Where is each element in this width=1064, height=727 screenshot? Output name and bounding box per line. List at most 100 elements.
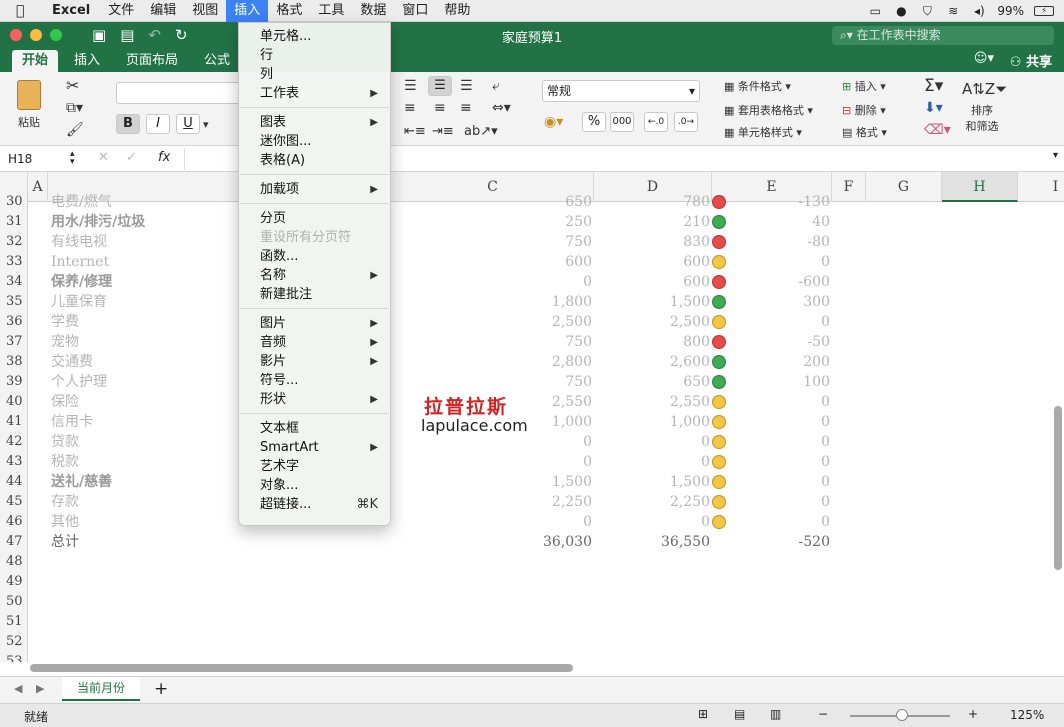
- category-cell[interactable]: 保养/修理: [51, 272, 112, 292]
- qq-icon[interactable]: ●: [893, 4, 909, 18]
- insert-menu-item-14[interactable]: 名称 ▶: [239, 266, 390, 285]
- budget-cell[interactable]: 2,250: [392, 492, 592, 512]
- actual-cell[interactable]: 1,000: [594, 412, 710, 432]
- category-cell[interactable]: 贷款: [51, 432, 79, 452]
- row-number[interactable]: 52: [0, 632, 28, 652]
- actual-cell[interactable]: 210: [594, 212, 710, 232]
- budget-cell[interactable]: 600: [392, 252, 592, 272]
- wifi-icon[interactable]: ≋: [945, 4, 961, 18]
- increase-decimal-icon[interactable]: ←.0: [644, 112, 668, 132]
- actual-cell[interactable]: 36,550: [594, 532, 710, 552]
- menubar-item-3[interactable]: 视图: [184, 0, 226, 22]
- insert-menu-item-6[interactable]: 迷你图...: [239, 132, 390, 151]
- add-sheet-button[interactable]: +: [154, 679, 168, 699]
- difference-cell[interactable]: [712, 612, 830, 632]
- menubar-item-4[interactable]: 插入: [226, 0, 269, 22]
- difference-cell[interactable]: -80: [712, 232, 830, 252]
- align-center-icon[interactable]: ≡: [434, 100, 446, 116]
- budget-cell[interactable]: 250: [392, 212, 592, 232]
- difference-cell[interactable]: 0: [712, 472, 830, 492]
- shield-icon[interactable]: ⛉: [919, 4, 935, 18]
- budget-cell[interactable]: [392, 612, 592, 632]
- align-top-icon[interactable]: ☰: [404, 78, 417, 94]
- difference-cell[interactable]: [712, 552, 830, 572]
- insert-menu-item-19[interactable]: 影片 ▶: [239, 352, 390, 371]
- row-number[interactable]: 47: [0, 532, 28, 552]
- page-layout-view-icon[interactable]: ▤: [734, 707, 745, 721]
- row-number[interactable]: 33: [0, 252, 28, 272]
- paste-button[interactable]: 粘贴: [12, 80, 46, 130]
- align-middle-icon[interactable]: ☰: [428, 76, 452, 96]
- budget-cell[interactable]: 750: [392, 332, 592, 352]
- actual-cell[interactable]: [594, 572, 710, 592]
- actual-cell[interactable]: [594, 552, 710, 572]
- menubar-item-1[interactable]: 文件: [100, 0, 142, 22]
- display-icon[interactable]: ▭: [867, 4, 883, 18]
- insert-menu-item-17[interactable]: 图片 ▶: [239, 314, 390, 333]
- budget-cell[interactable]: [392, 592, 592, 612]
- autosum-icon[interactable]: Σ▾: [924, 76, 943, 96]
- feedback-smiley-icon[interactable]: ☺▾: [974, 51, 994, 66]
- insert-menu-item-15[interactable]: 新建批注: [239, 285, 390, 304]
- difference-cell[interactable]: 0: [712, 452, 830, 472]
- difference-cell[interactable]: 200: [712, 352, 830, 372]
- bold-button[interactable]: B: [116, 114, 140, 134]
- insert-menu-item-9[interactable]: 加载项 ▶: [239, 180, 390, 199]
- insert-menu-item-23[interactable]: 文本框: [239, 419, 390, 438]
- difference-cell[interactable]: 0: [712, 492, 830, 512]
- insert-menu-item-7[interactable]: 表格(A): [239, 151, 390, 170]
- sort-filter-button[interactable]: A⇅Z⏷ 排序 和筛选: [962, 80, 1007, 134]
- insert-menu-item-21[interactable]: 形状 ▶: [239, 390, 390, 409]
- category-cell[interactable]: 个人护理: [51, 372, 107, 392]
- budget-cell[interactable]: [392, 652, 592, 662]
- next-sheet-icon[interactable]: ▶: [36, 682, 44, 695]
- category-cell[interactable]: 有线电视: [51, 232, 107, 252]
- zoom-out-icon[interactable]: −: [818, 707, 828, 721]
- row-number[interactable]: 43: [0, 452, 28, 472]
- actual-cell[interactable]: 780: [594, 192, 710, 212]
- row-number[interactable]: 42: [0, 432, 28, 452]
- insert-menu-item-27[interactable]: 超链接... ⌘K: [239, 495, 390, 514]
- category-cell[interactable]: 交通费: [51, 352, 93, 372]
- difference-cell[interactable]: 0: [712, 392, 830, 412]
- budget-cell[interactable]: 0: [392, 432, 592, 452]
- sheet-tab-current-month[interactable]: 当前月份: [62, 677, 140, 701]
- vertical-scrollbar[interactable]: [1054, 406, 1062, 570]
- insert-menu-item-0[interactable]: 单元格...: [239, 27, 390, 46]
- align-left-icon[interactable]: ≡: [404, 100, 416, 116]
- category-cell[interactable]: 宠物: [51, 332, 79, 352]
- budget-cell[interactable]: 750: [392, 232, 592, 252]
- category-cell[interactable]: 存款: [51, 492, 79, 512]
- row-number[interactable]: 45: [0, 492, 28, 512]
- expand-formula-icon[interactable]: ▾: [1053, 150, 1058, 161]
- percent-button[interactable]: %: [582, 112, 606, 132]
- row-number[interactable]: 36: [0, 312, 28, 332]
- font-name-dropdown[interactable]: [116, 82, 240, 104]
- currency-format-icon[interactable]: ◉▾: [544, 114, 563, 130]
- difference-cell[interactable]: -50: [712, 332, 830, 352]
- name-box-stepper-icon[interactable]: ▴ ▾: [70, 150, 75, 167]
- cut-icon[interactable]: ✂: [66, 76, 79, 95]
- row-number[interactable]: 37: [0, 332, 28, 352]
- clear-icon[interactable]: ⌫▾: [924, 122, 951, 138]
- row-number[interactable]: 35: [0, 292, 28, 312]
- difference-cell[interactable]: 0: [712, 252, 830, 272]
- page-break-view-icon[interactable]: ▥: [770, 707, 781, 721]
- budget-cell[interactable]: [392, 572, 592, 592]
- budget-cell[interactable]: 0: [392, 272, 592, 292]
- actual-cell[interactable]: 800: [594, 332, 710, 352]
- decrease-indent-icon[interactable]: ⇤≡: [404, 124, 426, 139]
- category-cell[interactable]: 儿童保育: [51, 292, 107, 312]
- actual-cell[interactable]: 600: [594, 272, 710, 292]
- difference-cell[interactable]: -600: [712, 272, 830, 292]
- insert-menu-item-20[interactable]: 符号...: [239, 371, 390, 390]
- budget-cell[interactable]: 2,800: [392, 352, 592, 372]
- insert-menu-item-18[interactable]: 音频 ▶: [239, 333, 390, 352]
- copy-icon[interactable]: ⧉▾: [66, 100, 83, 116]
- volume-icon[interactable]: ◂): [971, 4, 987, 18]
- align-bottom-icon[interactable]: ☰: [460, 78, 473, 94]
- difference-cell[interactable]: 0: [712, 432, 830, 452]
- text-orientation-icon[interactable]: ab↗▾: [464, 124, 498, 139]
- insert-menu-item-2[interactable]: 列: [239, 65, 390, 84]
- align-right-icon[interactable]: ≡: [460, 100, 472, 116]
